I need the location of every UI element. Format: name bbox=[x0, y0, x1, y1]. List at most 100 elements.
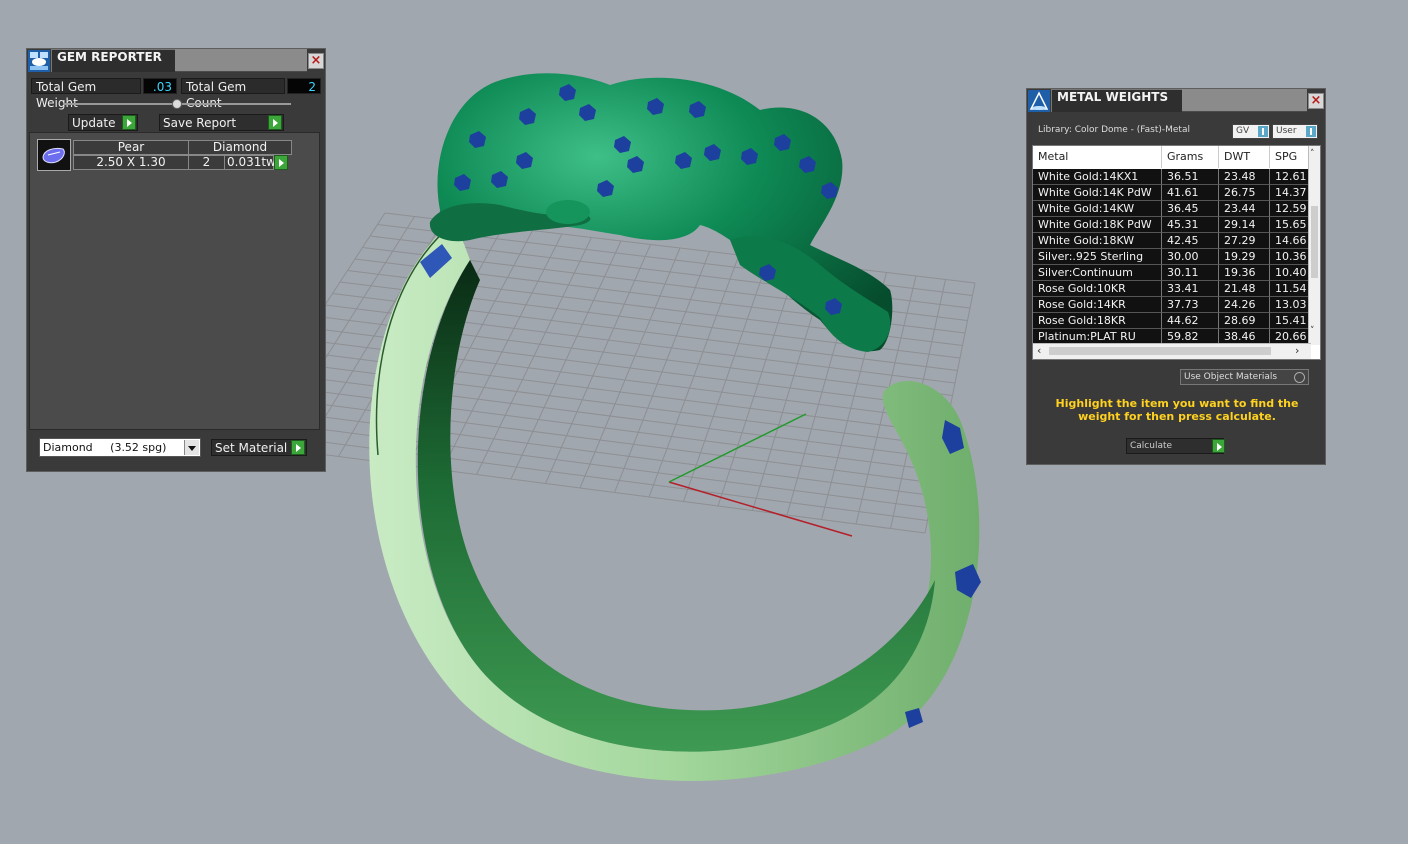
y-axis-line bbox=[668, 413, 807, 483]
panther-figure[interactable] bbox=[429, 73, 893, 352]
gem-reporter-title: GEM REPORTER bbox=[51, 49, 183, 72]
gem-list: Pear Diamond 2.50 X 1.30 2 0.031tw bbox=[29, 132, 320, 430]
table-cell-grams: 37.73 bbox=[1162, 297, 1219, 313]
go-arrow-icon[interactable] bbox=[122, 115, 136, 130]
splitter-handle[interactable] bbox=[172, 99, 182, 109]
go-arrow-icon[interactable] bbox=[268, 115, 282, 130]
instruction-text: Highlight the item you want to find the … bbox=[1055, 397, 1299, 423]
save-report-button[interactable]: Save Report bbox=[159, 114, 284, 131]
grid-line bbox=[249, 419, 931, 509]
table-cell-dwt: 26.75 bbox=[1219, 185, 1270, 201]
table-row[interactable]: White Gold:18K PdW 45.31 29.14 15.65 bbox=[1033, 217, 1320, 233]
column-header-grams[interactable]: Grams bbox=[1162, 146, 1219, 168]
toggle-circle-icon bbox=[1294, 372, 1305, 383]
table-cell-metal: Rose Gold:10KR bbox=[1033, 281, 1162, 297]
use-object-materials-select[interactable]: Use Object Materials bbox=[1180, 369, 1309, 385]
column-header-metal[interactable]: Metal bbox=[1033, 146, 1162, 168]
table-cell-grams: 42.45 bbox=[1162, 233, 1219, 249]
toggle-icon bbox=[1258, 126, 1268, 137]
total-gem-count-label: Total Gem Count bbox=[181, 78, 285, 110]
table-cell-dwt: 23.44 bbox=[1219, 201, 1270, 217]
metal-weights-title: METAL WEIGHTS bbox=[1051, 89, 1190, 112]
save-report-label: Save Report bbox=[163, 116, 237, 130]
go-arrow-icon[interactable] bbox=[274, 155, 288, 170]
table-cell-metal: Silver:Continuum bbox=[1033, 265, 1162, 281]
gem-weight-cell: 0.031tw bbox=[224, 155, 276, 170]
scroll-thumb[interactable] bbox=[1311, 206, 1318, 278]
total-gem-count-value: 2 bbox=[287, 78, 321, 94]
gem-thumbnail bbox=[42, 147, 65, 164]
table-row[interactable]: Rose Gold:10KR 33.41 21.48 11.54 bbox=[1033, 281, 1320, 297]
horizontal-scrollbar[interactable]: ‹ › bbox=[1033, 343, 1311, 359]
metal-weights-titlebar[interactable]: METAL WEIGHTS × bbox=[1027, 89, 1325, 113]
go-arrow-icon[interactable] bbox=[1212, 439, 1225, 453]
gv-label: GV bbox=[1236, 126, 1250, 136]
scroll-left-icon[interactable]: ‹ bbox=[1037, 344, 1041, 357]
material-select[interactable]: Diamond (3.52 spg) bbox=[39, 438, 201, 457]
update-label: Update bbox=[72, 116, 116, 130]
table-cell-grams: 45.31 bbox=[1162, 217, 1219, 233]
metal-weights-logo-icon bbox=[1028, 90, 1050, 112]
gem-size-cell: 2.50 X 1.30 bbox=[73, 155, 189, 170]
scroll-up-icon[interactable]: ˄ bbox=[1310, 149, 1315, 159]
table-cell-dwt: 19.36 bbox=[1219, 265, 1270, 281]
table-cell-dwt: 29.14 bbox=[1219, 217, 1270, 233]
table-cell-metal: White Gold:18KW bbox=[1033, 233, 1162, 249]
pear-diamond-icon bbox=[37, 139, 71, 171]
gem-reporter-logo-icon bbox=[28, 50, 50, 72]
table-cell-dwt: 24.26 bbox=[1219, 297, 1270, 313]
table-cell-grams: 41.61 bbox=[1162, 185, 1219, 201]
table-cell-metal: Silver:.925 Sterling bbox=[1033, 249, 1162, 265]
grid-line bbox=[234, 442, 926, 534]
material-select-value: Diamond (3.52 spg) bbox=[43, 441, 167, 454]
gem-type-cell: Diamond bbox=[188, 140, 292, 155]
scroll-right-icon[interactable]: › bbox=[1295, 344, 1299, 357]
vertical-scrollbar[interactable]: ˄ ˅ bbox=[1308, 146, 1320, 345]
table-cell-dwt: 21.48 bbox=[1219, 281, 1270, 297]
table-row[interactable]: White Gold:18KW 42.45 27.29 14.66 bbox=[1033, 233, 1320, 249]
table-row[interactable]: Rose Gold:14KR 37.73 24.26 13.03 bbox=[1033, 297, 1320, 313]
table-cell-grams: 30.00 bbox=[1162, 249, 1219, 265]
table-row[interactable]: White Gold:14KX1 36.51 23.48 12.61 bbox=[1033, 169, 1320, 185]
construction-grid bbox=[234, 212, 976, 534]
table-row[interactable]: Silver:Continuum 30.11 19.36 10.40 bbox=[1033, 265, 1320, 281]
table-cell-metal: White Gold:14KW bbox=[1033, 201, 1162, 217]
scroll-thumb-horizontal[interactable] bbox=[1049, 347, 1271, 355]
grid-line bbox=[257, 408, 933, 496]
scroll-down-icon[interactable]: ˅ bbox=[1310, 326, 1315, 336]
column-header-dwt[interactable]: DWT bbox=[1219, 146, 1270, 168]
table-cell-grams: 36.51 bbox=[1162, 169, 1219, 185]
metal-weights-panel: METAL WEIGHTS × Library: Color Dome - (F… bbox=[1026, 88, 1326, 465]
table-row[interactable]: Silver:.925 Sterling 30.00 19.29 10.36 bbox=[1033, 249, 1320, 265]
use-object-materials-label: Use Object Materials bbox=[1184, 372, 1278, 382]
titlebar-strip bbox=[175, 49, 307, 72]
table-cell-dwt: 19.29 bbox=[1219, 249, 1270, 265]
table-row[interactable]: White Gold:14K PdW 41.61 26.75 14.37 bbox=[1033, 185, 1320, 201]
gv-toggle[interactable]: GV bbox=[1232, 124, 1270, 139]
table-row[interactable]: White Gold:14KW 36.45 23.44 12.59 bbox=[1033, 201, 1320, 217]
table-cell-grams: 33.41 bbox=[1162, 281, 1219, 297]
table-cell-metal: Rose Gold:14KR bbox=[1033, 297, 1162, 313]
gem-row[interactable]: Pear Diamond 2.50 X 1.30 2 0.031tw bbox=[35, 138, 295, 172]
close-icon[interactable]: × bbox=[308, 53, 324, 69]
gem-reporter-titlebar[interactable]: GEM REPORTER × bbox=[27, 49, 325, 73]
metal-weights-table[interactable]: Metal Grams DWT SPG White Gold:14KX1 36.5… bbox=[1032, 145, 1321, 360]
gem-count-cell: 2 bbox=[188, 155, 225, 170]
table-cell-grams: 44.62 bbox=[1162, 313, 1219, 329]
library-label: Library: Color Dome - (Fast)-Metal bbox=[1038, 125, 1190, 135]
dropdown-arrow-icon[interactable] bbox=[184, 440, 199, 455]
table-cell-metal: Rose Gold:18KR bbox=[1033, 313, 1162, 329]
calculate-button[interactable]: Calculate bbox=[1126, 438, 1224, 454]
close-icon[interactable]: × bbox=[1308, 93, 1324, 109]
gem-shape-cell: Pear bbox=[73, 140, 189, 155]
go-arrow-icon[interactable] bbox=[291, 440, 305, 455]
calculate-label: Calculate bbox=[1130, 441, 1173, 451]
user-label: User bbox=[1276, 126, 1297, 136]
titlebar-strip bbox=[1182, 89, 1307, 112]
user-toggle[interactable]: User bbox=[1272, 124, 1318, 139]
table-cell-grams: 30.11 bbox=[1162, 265, 1219, 281]
table-cell-dwt: 23.48 bbox=[1219, 169, 1270, 185]
table-cell-dwt: 27.29 bbox=[1219, 233, 1270, 249]
table-cell-dwt: 28.69 bbox=[1219, 313, 1270, 329]
table-row[interactable]: Rose Gold:18KR 44.62 28.69 15.41 bbox=[1033, 313, 1320, 329]
